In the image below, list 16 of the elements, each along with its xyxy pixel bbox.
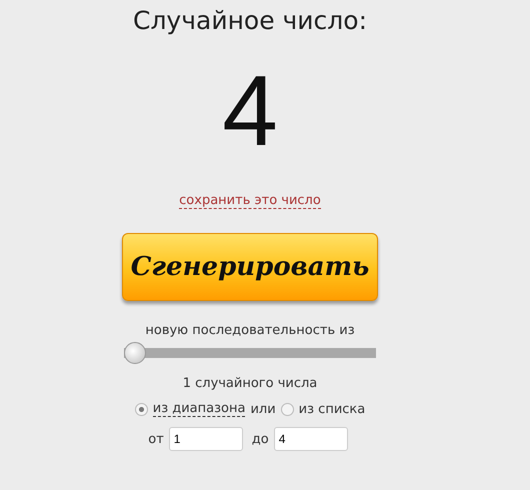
sequence-label: новую последовательность из [145,323,355,338]
range-label: до [252,432,269,446]
radio-button[interactable] [134,402,148,416]
range-field[interactable]: 4 [274,427,348,451]
count-text: 1 случайного числа [182,376,318,391]
random-number: 4 [222,61,278,161]
save-link[interactable]: сохранить это число [179,193,321,209]
option-label[interactable]: из списка [298,402,366,416]
range-field[interactable]: 1 [168,427,243,451]
page-title: Случайное число: [133,6,367,35]
option-separator: или [250,402,276,416]
range-label: от [148,432,164,446]
option-label[interactable]: из диапазона [152,401,246,417]
slider-thumb[interactable] [124,342,146,364]
radio-button[interactable] [280,402,294,416]
generate-button[interactable]: Сгенерировать [122,233,378,301]
